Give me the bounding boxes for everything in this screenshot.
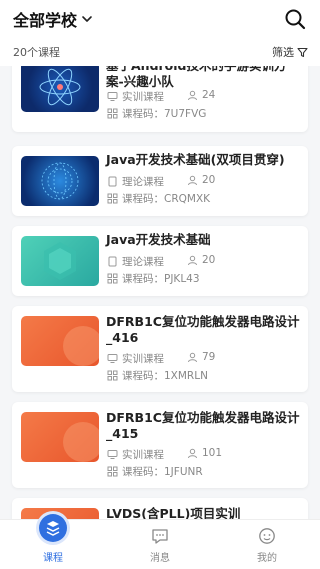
course-type: 实训课程 [107, 447, 164, 462]
message-icon [152, 529, 168, 544]
top-header: 全部学校 20个课程 筛选 [0, 0, 320, 66]
course-type: 理论课程 [107, 254, 164, 269]
user-icon [188, 255, 197, 265]
user-icon [188, 448, 197, 458]
chevron-down-icon [82, 16, 92, 22]
course-card[interactable]: DFRB1C复位功能触发器电路设计_416 实训课程 79 课程码： 1XMRLN [12, 306, 308, 392]
course-thumbnail [21, 66, 99, 112]
course-list: 基于Android技术的手游实训方案-兴趣小队 实训课程 24 课程码：7U7F… [0, 66, 320, 519]
course-type: 实训课程 [107, 89, 164, 104]
user-icon [188, 90, 197, 100]
atom-illustration [39, 68, 81, 106]
grid-icon [107, 108, 118, 119]
grid-icon [107, 370, 118, 381]
student-count: 24 [187, 89, 215, 101]
course-title: 基于Android技术的手游实训方案-兴趣小队 [106, 66, 287, 89]
filter-button[interactable]: 筛选 [272, 44, 308, 60]
monitor-icon [107, 450, 118, 459]
abstract-illustration [63, 422, 99, 462]
course-card[interactable]: 基于Android技术的手游实训方案-兴趣小队 实训课程 24 课程码：7U7F… [12, 66, 308, 132]
school-selector[interactable]: 全部学校 [13, 8, 93, 30]
tab-course-label: 课程 [43, 553, 63, 564]
student-count: 20 [187, 174, 215, 186]
student-count: 101 [187, 447, 222, 459]
monitor-icon [107, 354, 118, 363]
course-title: LVDS(含PLL)项目实训 [106, 506, 241, 519]
course-title: DFRB1C复位功能触发器电路设计_415 [106, 410, 300, 441]
tab-profile[interactable]: 我的 [214, 520, 320, 569]
filter-label: 筛选 [272, 46, 294, 59]
search-icon[interactable] [284, 8, 306, 30]
course-code: 课程码： 7U7FVG [107, 106, 206, 121]
course-title: Java开发技术基础(双项目贯穿) [106, 152, 285, 167]
course-title: DFRB1C复位功能触发器电路设计_416 [106, 314, 300, 345]
hexagon-illustration [44, 242, 76, 280]
grid-icon [107, 466, 118, 477]
course-card[interactable]: DFRB1C复位功能触发器电路设计_415 实训课程 101 课程码： 1JFUN… [12, 402, 308, 488]
course-thumbnail [21, 156, 99, 206]
monitor-icon [107, 92, 118, 101]
grid-icon [107, 273, 118, 284]
course-card[interactable]: Java开发技术基础 理论课程 20 课程码： PJKL43 [12, 226, 308, 296]
course-thumbnail [21, 412, 99, 462]
globe-illustration [41, 162, 79, 200]
course-count: 20个课程 [13, 46, 60, 59]
school-title: 全部学校 [13, 11, 78, 30]
user-icon [188, 352, 197, 362]
tab-message-label: 消息 [150, 553, 170, 564]
course-code: 课程码： 1JFUNR [107, 464, 203, 479]
course-thumbnail [21, 236, 99, 286]
grid-icon [107, 193, 118, 204]
book-icon [108, 176, 117, 187]
profile-icon [259, 528, 275, 544]
course-thumbnail [21, 316, 99, 366]
student-count: 79 [187, 351, 215, 363]
book-icon [108, 256, 117, 267]
tab-message[interactable]: 消息 [107, 520, 213, 569]
student-count: 20 [187, 254, 215, 266]
course-card[interactable]: Java开发技术基础(双项目贯穿) 理论课程 20 课程码： CRQMXK [12, 146, 308, 216]
course-code: 课程码： 1XMRLN [107, 368, 208, 383]
tab-course[interactable]: 课程 [0, 514, 106, 569]
bottom-tab-bar: 课程 消息 我的 [0, 514, 320, 569]
user-icon [188, 175, 197, 185]
course-code: 课程码： PJKL43 [107, 271, 200, 286]
course-type: 实训课程 [107, 351, 164, 366]
course-title: Java开发技术基础 [106, 232, 211, 247]
course-code: 课程码： CRQMXK [107, 191, 210, 206]
filter-icon [297, 47, 308, 57]
tab-profile-label: 我的 [257, 553, 277, 564]
abstract-illustration [63, 326, 99, 366]
course-icon [39, 514, 67, 542]
course-type: 理论课程 [107, 174, 164, 189]
